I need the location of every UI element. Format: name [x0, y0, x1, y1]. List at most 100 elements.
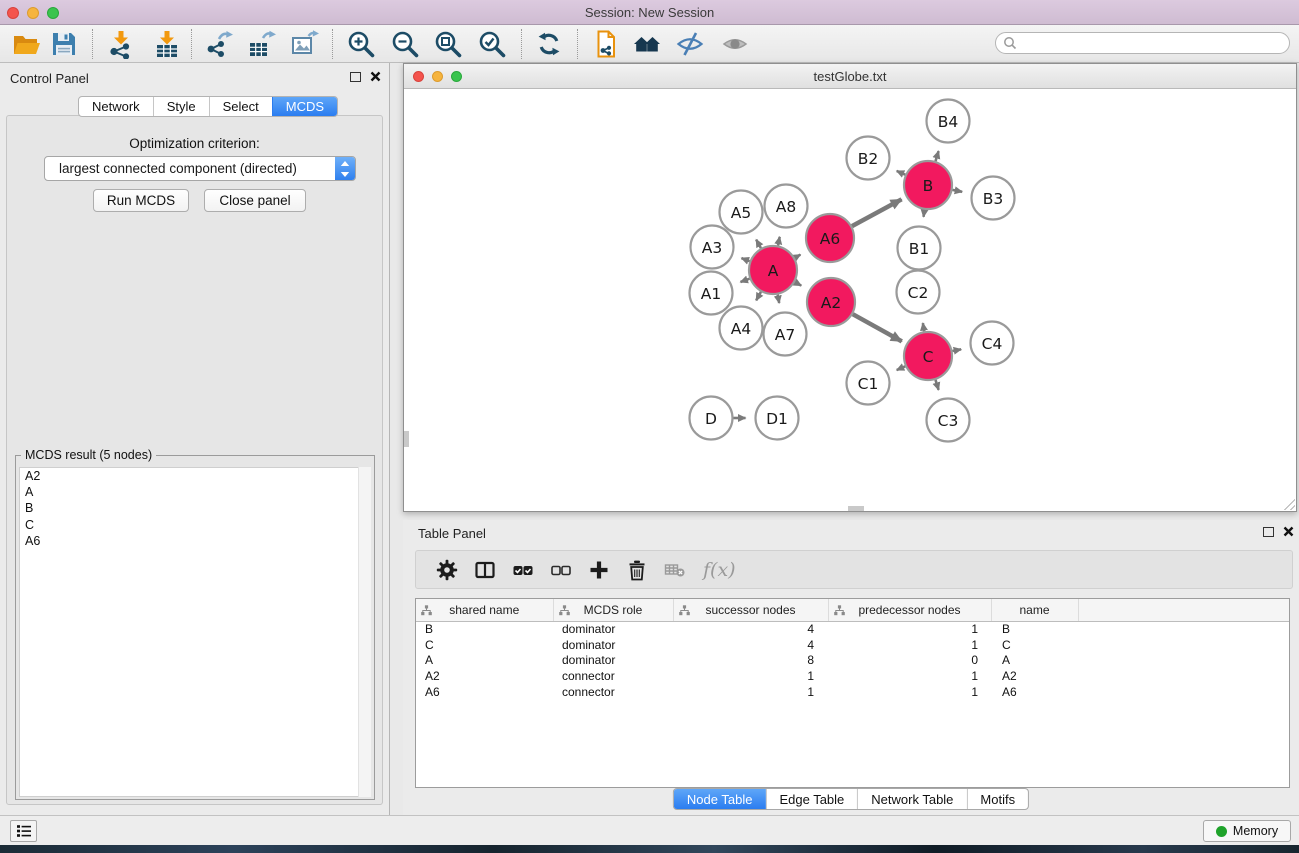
show-graphics-details-icon[interactable]: [718, 27, 752, 61]
tab-select[interactable]: Select: [209, 97, 272, 116]
table-cell[interactable]: 1: [828, 621, 991, 637]
table-row[interactable]: Adominator80A: [416, 652, 1289, 668]
table-cell[interactable]: 8: [673, 652, 828, 668]
horizontal-scrollbar-thumb[interactable]: [848, 506, 864, 511]
run-mcds-button[interactable]: Run MCDS: [93, 189, 189, 212]
maximize-network-window-button[interactable]: [451, 71, 462, 82]
import-network-icon[interactable]: [104, 27, 138, 61]
graph-edge-B-B4[interactable]: [936, 151, 939, 161]
zoom-selected-icon[interactable]: [475, 27, 509, 61]
graph-edge-B-B3[interactable]: [953, 190, 963, 192]
minimize-window-button[interactable]: [27, 7, 39, 19]
network-window-titlebar[interactable]: testGlobe.txt: [404, 64, 1296, 89]
close-panel-icon[interactable]: [370, 71, 381, 82]
close-table-panel-icon[interactable]: [1283, 526, 1294, 537]
graph-edge-A-A2[interactable]: [795, 282, 801, 286]
deselect-all-icon[interactable]: [547, 556, 574, 583]
column-header-predecessor-nodes[interactable]: predecessor nodes: [828, 599, 991, 621]
graph-edge-A-A5[interactable]: [756, 240, 761, 249]
table-cell[interactable]: dominator: [553, 621, 673, 637]
save-session-icon[interactable]: [47, 27, 81, 61]
network-canvas[interactable]: B4B2BB3A5A8A6B1A3AC2A1A2A4A7C4CC1DD1C3: [404, 89, 1296, 511]
graph-edge-C-C4[interactable]: [953, 349, 962, 351]
search-input[interactable]: [1017, 34, 1289, 52]
mcds-result-item[interactable]: C: [20, 517, 370, 533]
graph-edge-C-C3[interactable]: [936, 380, 939, 390]
table-cell[interactable]: 1: [673, 668, 828, 684]
table-row[interactable]: Bdominator41B: [416, 621, 1289, 637]
graph-edge-A6-B[interactable]: [852, 199, 902, 226]
graph-edge-C-C1[interactable]: [897, 366, 906, 370]
table-cell[interactable]: connector: [553, 668, 673, 684]
close-network-window-button[interactable]: [413, 71, 424, 82]
table-row[interactable]: A2connector11A2: [416, 668, 1289, 684]
tab-network-table[interactable]: Network Table: [857, 789, 966, 809]
graph-edge-A-A7[interactable]: [778, 295, 780, 303]
column-header-name[interactable]: name: [991, 599, 1078, 621]
select-all-icon[interactable]: [509, 556, 536, 583]
vertical-scrollbar-thumb[interactable]: [404, 431, 409, 447]
mcds-result-list[interactable]: A2ABCA6: [19, 467, 371, 797]
graph-edge-A-A6[interactable]: [795, 255, 801, 258]
split-panel-icon[interactable]: [471, 556, 498, 583]
mcds-result-item[interactable]: B: [20, 500, 370, 516]
table-cell[interactable]: B: [991, 621, 1078, 637]
close-window-button[interactable]: [7, 7, 19, 19]
table-cell[interactable]: 4: [673, 637, 828, 653]
minimize-network-window-button[interactable]: [432, 71, 443, 82]
float-table-panel-icon[interactable]: [1263, 527, 1274, 537]
table-cell[interactable]: connector: [553, 684, 673, 700]
graph-edge-B-B1[interactable]: [924, 210, 925, 217]
table-cell[interactable]: A6: [416, 684, 553, 700]
memory-button[interactable]: Memory: [1203, 820, 1291, 842]
table-cell[interactable]: dominator: [553, 637, 673, 653]
column-header-mcds-role[interactable]: MCDS role: [553, 599, 673, 621]
tab-node-table[interactable]: Node Table: [674, 789, 766, 809]
import-table-icon[interactable]: [150, 27, 184, 61]
table-cell[interactable]: A2: [416, 668, 553, 684]
graph-edge-A2-C[interactable]: [853, 314, 902, 341]
float-panel-icon[interactable]: [350, 72, 361, 82]
task-history-button[interactable]: [10, 820, 37, 842]
column-header-shared-name[interactable]: shared name: [416, 599, 553, 621]
graph-edge-B-B2[interactable]: [897, 171, 906, 175]
graph-edge-C-C2[interactable]: [923, 323, 924, 331]
graph-edge-A-A1[interactable]: [741, 279, 750, 282]
table-cell[interactable]: B: [416, 621, 553, 637]
mcds-result-item[interactable]: A: [20, 484, 370, 500]
mcds-result-item[interactable]: A2: [20, 468, 370, 484]
table-cell[interactable]: A: [416, 652, 553, 668]
mcds-list-scrollbar[interactable]: [358, 467, 371, 797]
close-panel-button[interactable]: Close panel: [204, 189, 306, 212]
network-view-window[interactable]: testGlobe.txt B4B2BB3A5A8A6B1A3AC2A1A2A4…: [403, 63, 1297, 512]
table-row[interactable]: A6connector11A6: [416, 684, 1289, 700]
window-titlebar[interactable]: Session: New Session: [0, 0, 1299, 25]
table-cell[interactable]: C: [991, 637, 1078, 653]
home-icon[interactable]: [630, 27, 664, 61]
table-cell[interactable]: A2: [991, 668, 1078, 684]
clone-network-icon[interactable]: [588, 27, 622, 61]
mcds-result-item[interactable]: A6: [20, 533, 370, 549]
table-cell[interactable]: 1: [828, 684, 991, 700]
export-network-icon[interactable]: [202, 27, 236, 61]
graph-edge-A-A8[interactable]: [778, 237, 780, 246]
graph-edge-A-A4[interactable]: [756, 292, 761, 301]
maximize-window-button[interactable]: [47, 7, 59, 19]
table-cell[interactable]: 4: [673, 621, 828, 637]
search-field[interactable]: [995, 32, 1290, 54]
tab-network[interactable]: Network: [79, 97, 153, 116]
table-cell[interactable]: 1: [673, 684, 828, 700]
hide-graphics-details-icon[interactable]: [673, 27, 707, 61]
table-cell[interactable]: dominator: [553, 652, 673, 668]
tab-motifs[interactable]: Motifs: [966, 789, 1028, 809]
table-cell[interactable]: A6: [991, 684, 1078, 700]
refresh-network-icon[interactable]: [532, 27, 566, 61]
export-image-icon[interactable]: [288, 27, 322, 61]
open-session-icon[interactable]: [9, 27, 43, 61]
table-cell[interactable]: 1: [828, 668, 991, 684]
table-cell[interactable]: 0: [828, 652, 991, 668]
table-row[interactable]: Cdominator41C: [416, 637, 1289, 653]
column-header-successor-nodes[interactable]: successor nodes: [673, 599, 828, 621]
criterion-dropdown[interactable]: largest connected component (directed): [44, 156, 356, 181]
table-settings-icon[interactable]: [433, 556, 460, 583]
